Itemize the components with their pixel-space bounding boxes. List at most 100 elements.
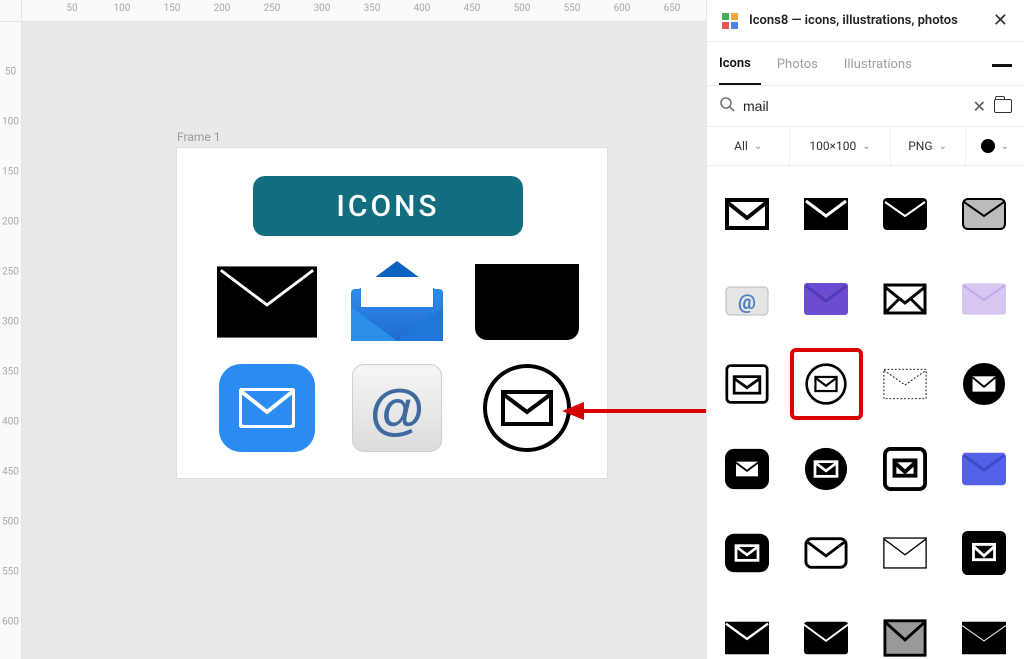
mail-icon xyxy=(962,277,1006,321)
frame-icon[interactable] xyxy=(217,258,317,346)
result-item[interactable] xyxy=(713,604,782,659)
ruler-tick: 200 xyxy=(214,3,231,14)
result-item[interactable] xyxy=(949,604,1018,659)
ruler-tick: 350 xyxy=(364,3,381,14)
result-item[interactable] xyxy=(792,265,861,334)
mail-rounded-icon xyxy=(725,531,769,575)
design-canvas-area[interactable]: 50 100 150 200 250 300 350 400 450 500 5… xyxy=(0,0,706,659)
ruler-tick: 150 xyxy=(2,167,19,178)
result-item[interactable] xyxy=(949,350,1018,419)
mail-icon xyxy=(804,531,848,575)
ruler-tick: 650 xyxy=(664,3,681,14)
search-row: ✕ xyxy=(707,86,1024,127)
result-item[interactable] xyxy=(792,604,861,659)
mail-circle-icon xyxy=(804,362,848,406)
chevron-down-icon: ⌄ xyxy=(862,141,870,152)
result-item[interactable] xyxy=(949,180,1018,249)
filter-color[interactable]: ⌄ xyxy=(966,127,1024,165)
frame-icon[interactable]: @ xyxy=(347,364,447,452)
mail-icon xyxy=(962,192,1006,236)
result-item[interactable] xyxy=(871,180,940,249)
panel-header: Icons8 — icons, illustrations, photos ✕ xyxy=(707,0,1024,42)
folder-icon[interactable] xyxy=(994,99,1012,113)
ruler-tick: 550 xyxy=(564,3,581,14)
frame-label[interactable]: Frame 1 xyxy=(177,130,220,144)
result-item[interactable] xyxy=(792,434,861,503)
mail-icon xyxy=(804,616,848,659)
frame-icon[interactable] xyxy=(347,258,447,346)
result-item[interactable] xyxy=(949,265,1018,334)
ruler-tick: 450 xyxy=(464,3,481,14)
ruler-tick: 400 xyxy=(414,3,431,14)
results-area[interactable]: @ xyxy=(707,166,1024,659)
ruler-tick: 300 xyxy=(2,317,19,328)
mail-icon xyxy=(804,192,848,236)
close-icon[interactable]: ✕ xyxy=(989,8,1012,33)
frame-icon[interactable] xyxy=(477,258,577,346)
ruler-tick: 550 xyxy=(2,567,19,578)
search-input[interactable] xyxy=(743,94,965,118)
search-icon xyxy=(719,96,735,116)
mail-circle-solid-icon xyxy=(962,362,1006,406)
mail-icon xyxy=(883,192,927,236)
tab-illustrations[interactable]: Illustrations xyxy=(844,47,922,84)
frame-1[interactable]: ICONS @ xyxy=(177,148,607,478)
result-item-selected[interactable] xyxy=(792,350,861,419)
chevron-down-icon: ⌄ xyxy=(754,141,762,152)
result-item[interactable] xyxy=(871,519,940,588)
filter-style[interactable]: All ⌄ xyxy=(707,127,790,165)
menu-icon[interactable] xyxy=(992,58,1012,74)
frame-icon[interactable] xyxy=(477,364,577,452)
filter-format-label: PNG xyxy=(908,139,932,153)
results-grid: @ xyxy=(713,180,1018,659)
mail-square-icon xyxy=(883,447,927,491)
mail-icon xyxy=(883,616,927,659)
filter-style-label: All xyxy=(734,139,748,153)
panel-tabs: Icons Photos Illustrations xyxy=(707,42,1024,86)
icons8-plugin-panel: Icons8 — icons, illustrations, photos ✕ … xyxy=(706,0,1024,659)
ruler-tick: 50 xyxy=(66,3,77,14)
result-item[interactable] xyxy=(713,180,782,249)
mail-square-solid-icon xyxy=(962,531,1006,575)
icons-title-button[interactable]: ICONS xyxy=(253,176,523,236)
ruler-tick: 150 xyxy=(164,3,181,14)
chevron-down-icon: ⌄ xyxy=(939,141,947,152)
clear-icon[interactable]: ✕ xyxy=(973,97,986,116)
ruler-vertical: 50 100 150 200 250 300 350 400 450 500 5… xyxy=(0,22,22,659)
result-item[interactable] xyxy=(792,519,861,588)
result-item[interactable] xyxy=(792,180,861,249)
ruler-tick: 100 xyxy=(2,117,19,128)
mail-icon xyxy=(962,447,1006,491)
panel-title: Icons8 — icons, illustrations, photos xyxy=(749,13,981,28)
canvas[interactable]: Frame 1 ICONS @ xyxy=(22,22,706,659)
result-item[interactable] xyxy=(713,434,782,503)
tab-photos[interactable]: Photos xyxy=(777,47,828,84)
result-item[interactable] xyxy=(713,350,782,419)
result-item[interactable] xyxy=(871,265,940,334)
at-sign-icon: @ xyxy=(352,364,442,452)
icons8-logo-icon xyxy=(719,10,741,32)
mail-dotted-icon xyxy=(883,362,927,406)
result-item[interactable] xyxy=(949,434,1018,503)
result-item[interactable] xyxy=(949,519,1018,588)
svg-text:@: @ xyxy=(738,290,756,314)
ruler-tick: 450 xyxy=(2,467,19,478)
result-item[interactable] xyxy=(871,604,940,659)
color-swatch-icon xyxy=(981,139,995,153)
frame-icon[interactable] xyxy=(217,364,317,452)
result-item[interactable] xyxy=(713,519,782,588)
filter-size[interactable]: 100×100⌄ xyxy=(790,127,890,165)
filter-format[interactable]: PNG ⌄ xyxy=(891,127,966,165)
result-item[interactable]: @ xyxy=(713,265,782,334)
ruler-tick: 350 xyxy=(2,367,19,378)
chevron-down-icon: ⌄ xyxy=(1001,141,1009,152)
mail-icon xyxy=(725,192,769,236)
ruler-tick: 600 xyxy=(614,3,631,14)
result-item[interactable] xyxy=(871,350,940,419)
tab-icons[interactable]: Icons xyxy=(719,46,761,85)
result-item[interactable] xyxy=(871,434,940,503)
ruler-tick: 400 xyxy=(2,417,19,428)
ruler-tick: 500 xyxy=(514,3,531,14)
ruler-tick: 500 xyxy=(2,517,19,528)
ruler-tick: 250 xyxy=(264,3,281,14)
